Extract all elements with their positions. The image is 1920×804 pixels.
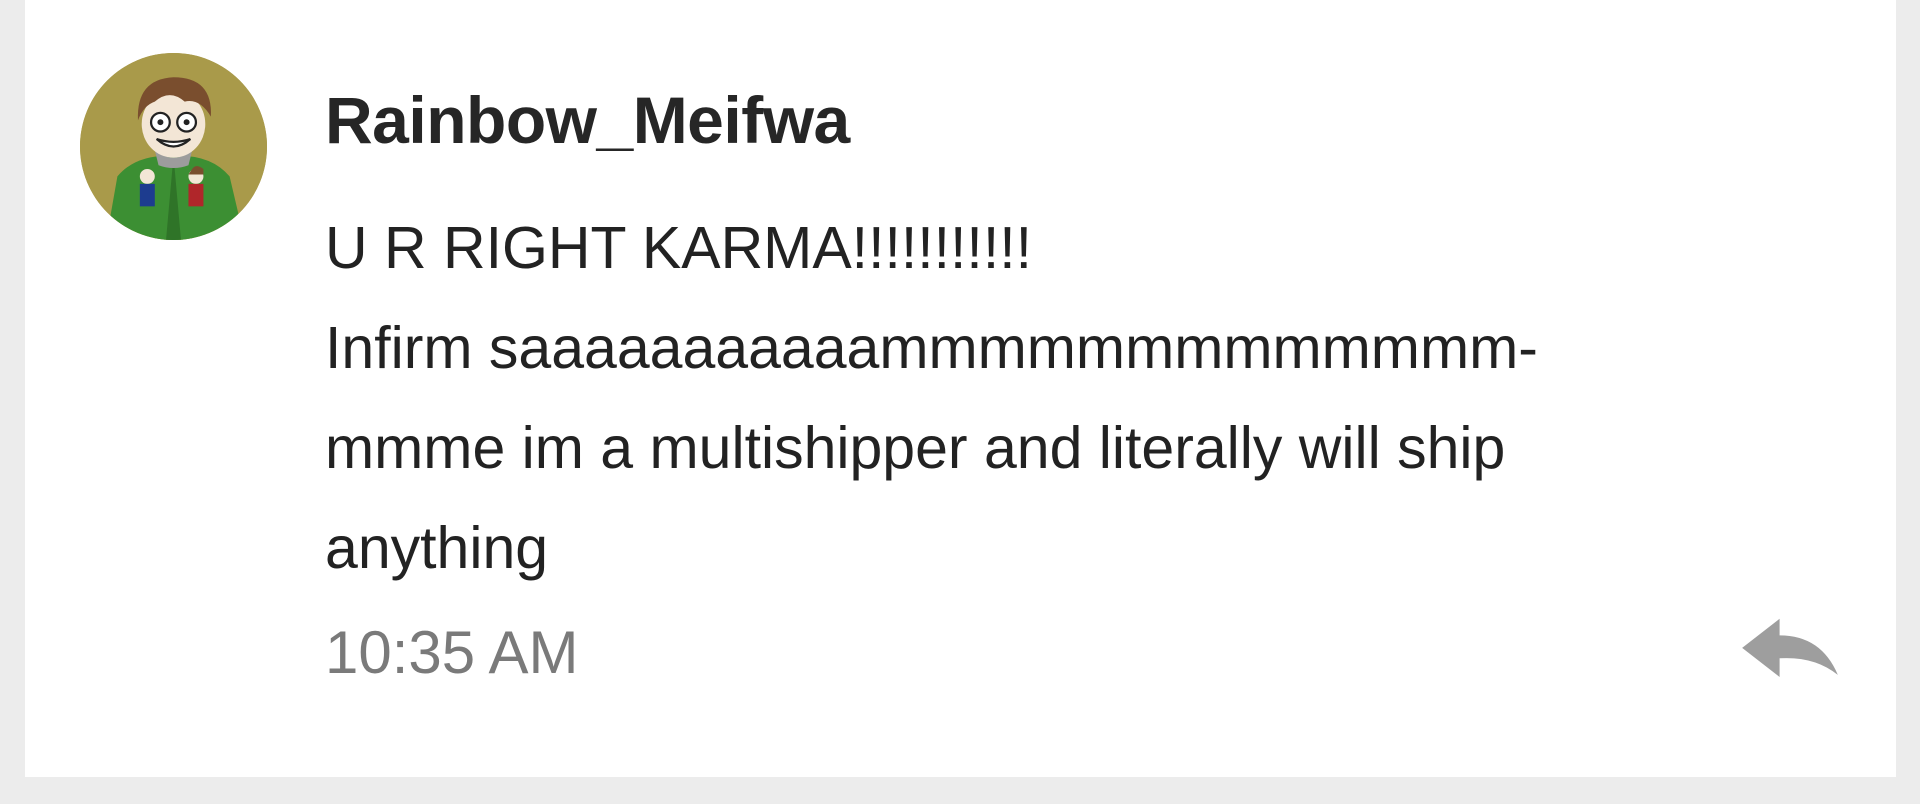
message-line: mmme im a multishipper and literally wil… bbox=[325, 415, 1506, 481]
username[interactable]: Rainbow_Meifwa bbox=[325, 82, 850, 158]
reply-button[interactable] bbox=[1738, 614, 1842, 688]
message-line: U R RIGHT KARMA!!!!!!!!!!! bbox=[325, 215, 1032, 281]
comment-card: Rainbow_Meifwa U R RIGHT KARMA!!!!!!!!!!… bbox=[25, 0, 1896, 777]
message-line: anything bbox=[325, 515, 549, 581]
comment-message: U R RIGHT KARMA!!!!!!!!!!! Infirm saaaaa… bbox=[325, 198, 1765, 598]
avatar[interactable] bbox=[80, 53, 267, 240]
message-line: Infirm saaaaaaaaaaammmmmmmmmmmmm- bbox=[325, 315, 1538, 381]
reply-arrow-icon bbox=[1742, 618, 1838, 677]
comment-timestamp: 10:35 AM bbox=[325, 619, 579, 686]
user-avatar-icon bbox=[80, 53, 267, 240]
